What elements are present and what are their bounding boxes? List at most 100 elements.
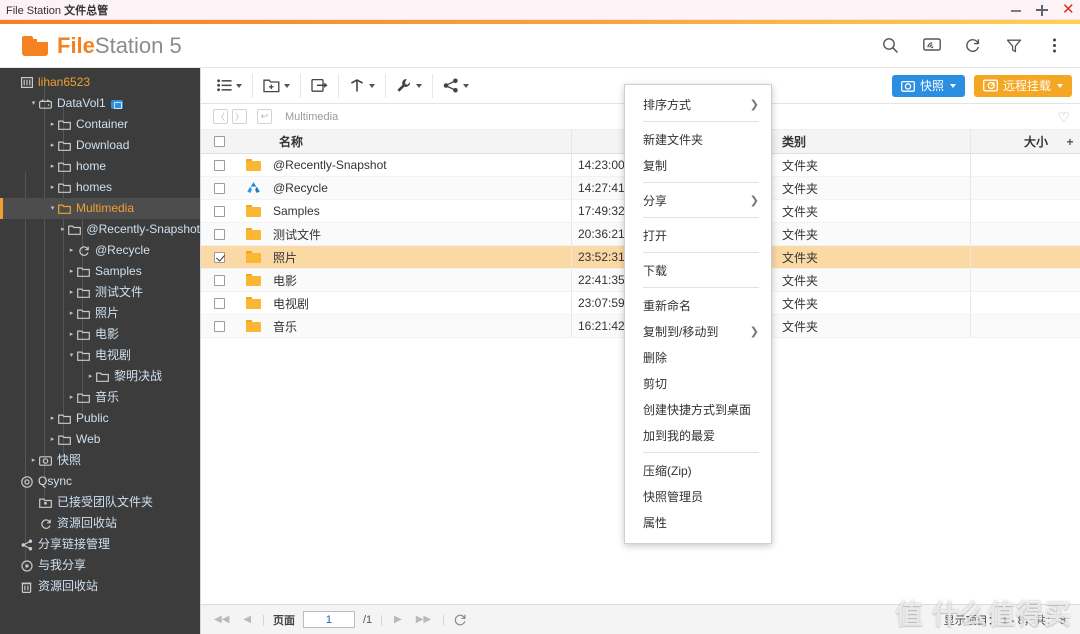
expand-arrow-icon[interactable]: ▸ (67, 282, 76, 303)
expand-arrow-icon[interactable]: ▾ (67, 345, 76, 366)
add-column-button[interactable]: + (1060, 135, 1080, 149)
chevron-right-icon[interactable]: ❯ (750, 325, 759, 338)
column-header-size[interactable]: 大小 (970, 130, 1060, 153)
sidebar-item-8[interactable]: ▸ @Recycle (0, 240, 200, 261)
sidebar-item-16[interactable]: ▸ Public (0, 408, 200, 429)
next-page-icon[interactable]: ▶ (391, 614, 405, 625)
context-menu-item-18[interactable]: 压缩(Zip) (625, 457, 771, 483)
sidebar-item-24[interactable]: ▸资源回收站 (0, 576, 200, 597)
minimize-icon[interactable] (1010, 4, 1022, 16)
sidebar-item-0[interactable]: ▸lihan6523 (0, 72, 200, 93)
row-checkbox[interactable] (201, 205, 237, 217)
expand-arrow-icon[interactable]: ▾ (29, 93, 38, 114)
sidebar-item-2[interactable]: ▸ Container (0, 114, 200, 135)
row-checkbox[interactable] (201, 159, 237, 171)
select-all-checkbox[interactable] (201, 136, 237, 147)
close-icon[interactable]: ✕ (1062, 2, 1075, 17)
snapshot-button[interactable]: 快照 (891, 74, 965, 97)
sidebar-item-6[interactable]: ▾ Multimedia (0, 198, 200, 219)
sidebar-item-17[interactable]: ▸ Web (0, 429, 200, 450)
sidebar-item-15[interactable]: ▸ 音乐 (0, 387, 200, 408)
sidebar-item-7[interactable]: ▸ @Recently-Snapshot (0, 219, 200, 240)
expand-arrow-icon[interactable]: ▸ (67, 303, 76, 324)
chevron-right-icon[interactable]: ❯ (750, 98, 759, 111)
page-input[interactable] (302, 611, 355, 628)
refresh-icon[interactable] (453, 613, 467, 627)
expand-arrow-icon[interactable]: ▸ (29, 450, 38, 471)
expand-arrow-icon[interactable]: ▸ (48, 429, 57, 450)
column-header-type[interactable]: 类别 (771, 130, 970, 153)
chevron-down-icon[interactable] (1057, 83, 1063, 88)
row-checkbox[interactable] (201, 297, 237, 309)
context-menu[interactable]: 排序方式 ❯ 新建文件夹 复制 分享 ❯ 打开 下载 重新命名 复制到/移动到 ❯ 删除 剪切 创建快捷方… (624, 84, 772, 544)
sidebar-item-12[interactable]: ▸ 电影 (0, 324, 200, 345)
new-folder-icon[interactable] (261, 76, 292, 95)
prev-page-icon[interactable]: ◀ (240, 614, 254, 625)
sidebar-item-11[interactable]: ▸ 照片 (0, 303, 200, 324)
context-menu-item-12[interactable]: 复制到/移动到 ❯ (625, 318, 771, 344)
sidebar-item-19[interactable]: ▸Qsync (0, 471, 200, 492)
cast-icon[interactable] (922, 36, 941, 55)
sidebar-item-9[interactable]: ▸ Samples (0, 261, 200, 282)
sidebar-item-22[interactable]: ▸分享链接管理 (0, 534, 200, 555)
chevron-down-icon[interactable] (369, 83, 375, 88)
filter-icon[interactable] (1004, 36, 1023, 55)
chevron-right-icon[interactable]: 〉 (232, 109, 247, 124)
sidebar-item-20[interactable]: ▸已接受团队文件夹 (0, 492, 200, 513)
remote-mount-button[interactable]: 远程挂载 (973, 74, 1072, 97)
refresh-icon[interactable] (963, 36, 982, 55)
chevron-left-icon[interactable]: 〈 (213, 109, 228, 124)
expand-arrow-icon[interactable]: ▸ (67, 261, 76, 282)
context-menu-item-13[interactable]: 删除 (625, 344, 771, 370)
chevron-right-icon[interactable]: ❯ (750, 194, 759, 207)
context-menu-item-5[interactable]: 分享 ❯ (625, 187, 771, 213)
row-checkbox[interactable] (201, 182, 237, 194)
expand-arrow-icon[interactable]: ▸ (67, 240, 76, 261)
expand-arrow-icon[interactable]: ▸ (67, 387, 76, 408)
context-menu-item-19[interactable]: 快照管理员 (625, 483, 771, 509)
expand-arrow-icon[interactable]: ▸ (58, 219, 67, 240)
tools-icon[interactable] (394, 76, 424, 95)
maximize-icon[interactable] (1036, 4, 1048, 16)
expand-arrow-icon[interactable]: ▸ (48, 408, 57, 429)
chevron-down-icon[interactable] (463, 83, 469, 88)
context-menu-item-20[interactable]: 属性 (625, 509, 771, 535)
arrow-up-back-icon[interactable]: ↩ (257, 109, 272, 124)
more-vertical-icon[interactable] (1045, 36, 1064, 55)
chevron-down-icon[interactable] (416, 83, 422, 88)
sidebar-item-5[interactable]: ▸ homes (0, 177, 200, 198)
context-menu-item-16[interactable]: 加到我的最爱 (625, 422, 771, 448)
chevron-down-icon[interactable] (284, 83, 290, 88)
expand-arrow-icon[interactable]: ▸ (48, 156, 57, 177)
expand-arrow-icon[interactable]: ▸ (86, 366, 95, 387)
search-icon[interactable] (881, 36, 900, 55)
context-menu-item-0[interactable]: 排序方式 ❯ (625, 91, 771, 117)
row-checkbox[interactable] (201, 320, 237, 332)
share-icon[interactable] (441, 76, 471, 95)
expand-arrow-icon[interactable]: ▸ (48, 114, 57, 135)
sidebar-item-14[interactable]: ▸ 黎明决战 (0, 366, 200, 387)
row-checkbox[interactable] (201, 228, 237, 240)
chevron-down-icon[interactable] (949, 83, 956, 88)
list-view-icon[interactable] (215, 77, 244, 94)
sidebar-item-1[interactable]: ▾ DataVol1 (0, 93, 200, 114)
context-menu-item-11[interactable]: 重新命名 (625, 292, 771, 318)
context-menu-item-15[interactable]: 创建快捷方式到桌面 (625, 396, 771, 422)
sidebar[interactable]: ▸lihan6523▾DataVol1▸Container▸Download▸h… (0, 68, 200, 634)
sidebar-item-10[interactable]: ▸ 测试文件 (0, 282, 200, 303)
sidebar-item-3[interactable]: ▸ Download (0, 135, 200, 156)
expand-arrow-icon[interactable]: ▸ (48, 135, 57, 156)
context-menu-item-2[interactable]: 新建文件夹 (625, 126, 771, 152)
sidebar-item-21[interactable]: ▸资源回收站 (0, 513, 200, 534)
copy-to-icon[interactable] (309, 76, 330, 95)
context-menu-item-14[interactable]: 剪切 (625, 370, 771, 396)
context-menu-item-3[interactable]: 复制 (625, 152, 771, 178)
sidebar-item-13[interactable]: ▾ 电视剧 (0, 345, 200, 366)
sidebar-item-4[interactable]: ▸ home (0, 156, 200, 177)
context-menu-item-9[interactable]: 下载 (625, 257, 771, 283)
breadcrumb-path[interactable]: Multimedia (285, 111, 338, 123)
expand-arrow-icon[interactable]: ▸ (67, 324, 76, 345)
row-checkbox[interactable] (201, 274, 237, 286)
upload-icon[interactable] (347, 76, 377, 95)
chevron-down-icon[interactable] (236, 83, 242, 88)
